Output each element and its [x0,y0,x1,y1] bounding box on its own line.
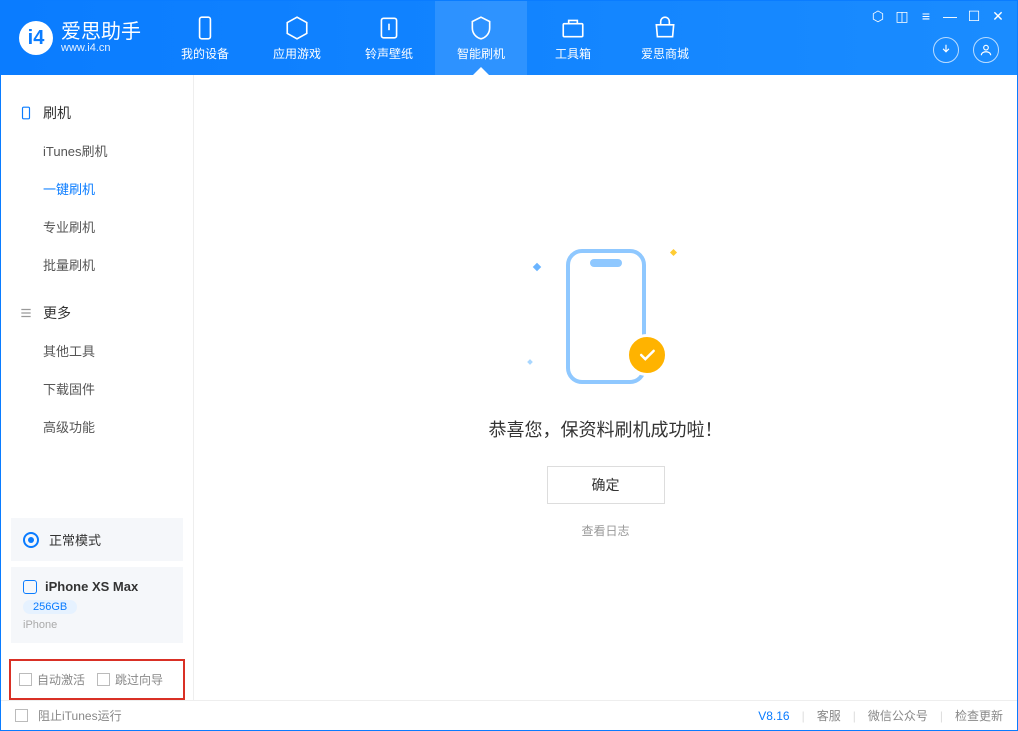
account-button[interactable] [973,37,999,63]
section-more-title: 更多 [43,303,71,323]
block-itunes-checkbox[interactable] [15,709,28,722]
app-title: 爱思助手 [61,22,141,42]
block-itunes-label: 阻止iTunes运行 [38,707,122,724]
nav-other-tools[interactable]: 其他工具 [1,333,193,371]
success-check-icon [626,334,668,376]
sidebar-options-highlighted: 自动激活 跳过向导 [9,659,185,700]
footer: 阻止iTunes运行 V8.16 | 客服 | 微信公众号 | 检查更新 [1,700,1017,730]
version-label: V8.16 [758,709,789,723]
shirt-icon[interactable]: ⬡ [871,9,885,23]
nav-oneclick-flash[interactable]: 一键刷机 [1,171,193,209]
device-storage-badge: 256GB [23,600,77,614]
tab-toolbox[interactable]: 工具箱 [527,1,619,75]
main-content: 恭喜您，保资料刷机成功啦！ 确定 查看日志 [194,75,1017,700]
logo-icon: i4 [19,21,53,55]
user-icon [979,43,993,57]
app-header: i4 爱思助手 www.i4.cn 我的设备 应用游戏 铃声壁纸 智能刷机 工具… [1,1,1017,75]
auto-activate-checkbox[interactable] [19,673,32,686]
view-log-link[interactable]: 查看日志 [581,522,629,539]
tab-my-device[interactable]: 我的设备 [159,1,251,75]
music-icon [376,15,402,41]
section-flash-title: 刷机 [43,103,71,123]
nav-batch-flash[interactable]: 批量刷机 [1,247,193,285]
phone-icon [19,106,33,120]
download-icon [939,43,953,57]
tab-ringtones[interactable]: 铃声壁纸 [343,1,435,75]
toolbox-icon [560,15,586,41]
tab-store[interactable]: 爱思商城 [619,1,711,75]
header-tabs: 我的设备 应用游戏 铃声壁纸 智能刷机 工具箱 爱思商城 [159,1,711,75]
footer-link-support[interactable]: 客服 [817,707,841,724]
skip-guide-checkbox[interactable] [97,673,110,686]
sidebar: 刷机 iTunes刷机 一键刷机 专业刷机 批量刷机 更多 其他工具 下载固件 … [1,75,194,700]
device-mode-card[interactable]: 正常模式 [11,518,183,561]
tab-apps[interactable]: 应用游戏 [251,1,343,75]
device-type: iPhone [23,619,171,631]
ok-button[interactable]: 确定 [547,466,665,504]
mode-icon [23,532,39,548]
header-action-icons [933,37,999,63]
device-info-card[interactable]: iPhone XS Max 256GB iPhone [11,567,183,643]
phone-small-icon [23,580,37,594]
shield-icon [468,15,494,41]
auto-activate-label: 自动激活 [37,671,85,688]
footer-link-wechat[interactable]: 微信公众号 [868,707,928,724]
device-name: iPhone XS Max [45,579,138,594]
nav-download-firmware[interactable]: 下载固件 [1,371,193,409]
success-illustration [526,236,686,396]
footer-link-update[interactable]: 检查更新 [955,707,1003,724]
menu-icon[interactable]: ≡ [919,9,933,23]
lock-icon[interactable]: ◫ [895,9,909,23]
app-logo: i4 爱思助手 www.i4.cn [1,21,159,55]
success-message: 恭喜您，保资料刷机成功啦！ [489,416,723,442]
skip-guide-label: 跳过向导 [115,671,163,688]
maximize-button[interactable]: ☐ [967,9,981,23]
close-button[interactable]: ✕ [991,9,1005,23]
window-controls: ⬡ ◫ ≡ — ☐ ✕ [871,9,1005,23]
download-button[interactable] [933,37,959,63]
minimize-button[interactable]: — [943,9,957,23]
sidebar-section-flash: 刷机 iTunes刷机 一键刷机 专业刷机 批量刷机 [1,93,193,285]
cube-icon [284,15,310,41]
nav-pro-flash[interactable]: 专业刷机 [1,209,193,247]
list-icon [19,306,33,320]
device-icon [192,15,218,41]
nav-advanced[interactable]: 高级功能 [1,409,193,447]
sidebar-section-more: 更多 其他工具 下载固件 高级功能 [1,293,193,447]
nav-itunes-flash[interactable]: iTunes刷机 [1,133,193,171]
store-icon [652,15,678,41]
mode-label: 正常模式 [49,530,101,549]
app-subtitle: www.i4.cn [61,42,141,54]
tab-flash[interactable]: 智能刷机 [435,1,527,75]
